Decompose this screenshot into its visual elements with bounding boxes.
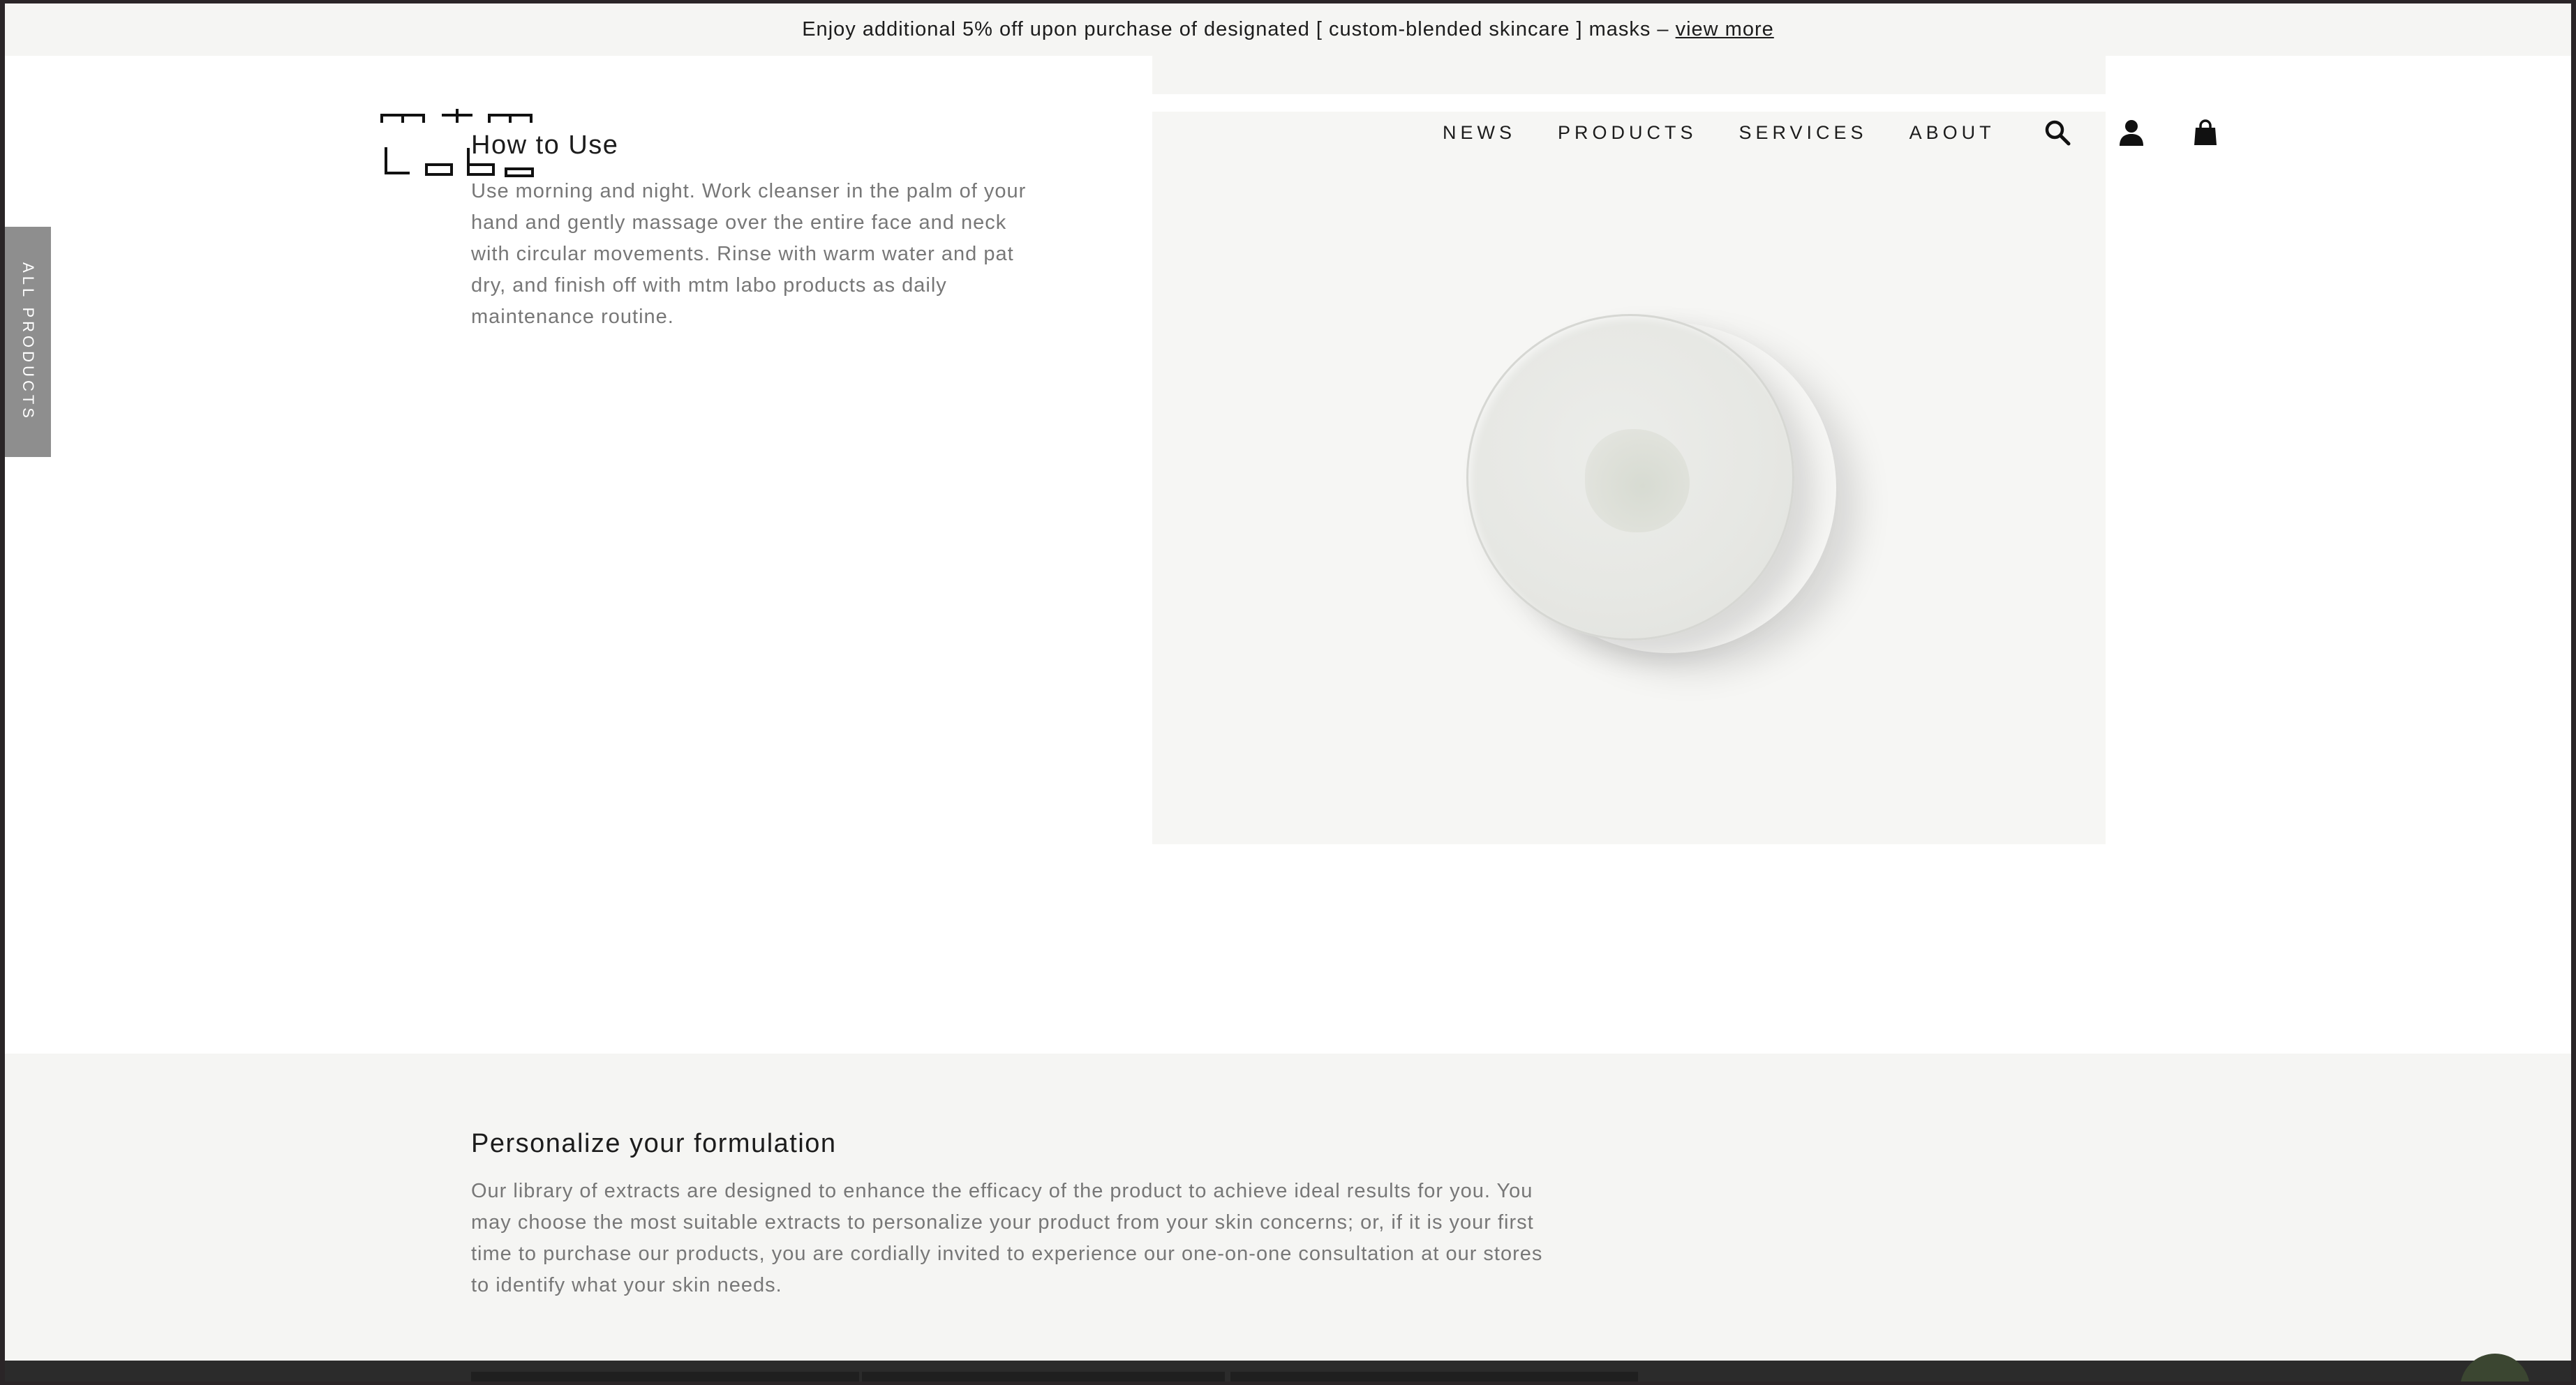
product-image [1152,112,2106,844]
cleanser-sample [1585,429,1690,532]
announcement-bar: Enjoy additional 5% off upon purchase of… [5,3,2571,56]
account-icon[interactable] [2117,118,2146,147]
nav-about[interactable]: ABOUT [1909,122,1995,144]
all-products-tab[interactable]: ALL PRODUCTS [5,227,51,457]
sample-dish [1466,314,1794,641]
cart-icon[interactable] [2191,118,2220,147]
footer-card [862,1372,1225,1382]
personalize-text: Our library of extracts are designed to … [471,1180,1543,1296]
nav-products[interactable]: PRODUCTS [1558,122,1697,144]
nav-news[interactable]: NEWS [1443,122,1516,144]
nav-services[interactable]: SERVICES [1739,122,1868,144]
personalize-heading: Personalize your formulation [471,1129,837,1158]
footer-strip [5,1361,2571,1382]
search-icon[interactable] [2043,118,2072,147]
product-image-top-edge [1152,55,2106,94]
how-to-use-heading: How to Use [471,130,619,160]
main-nav: NEWS PRODUCTS SERVICES ABOUT [1443,115,2220,150]
all-products-label: ALL PRODUCTS [20,262,37,421]
view-more-link[interactable]: view more [1676,18,1774,40]
footer-card [471,1372,859,1382]
announcement-text: Enjoy additional 5% off upon purchase of… [802,18,1676,40]
page: Enjoy additional 5% off upon purchase of… [5,3,2571,1382]
personalize-section: Personalize your formulation Our library… [5,1054,2571,1364]
footer-card [1230,1372,1638,1382]
how-to-use-text: Use morning and night. Work cleanser in … [471,180,1027,328]
